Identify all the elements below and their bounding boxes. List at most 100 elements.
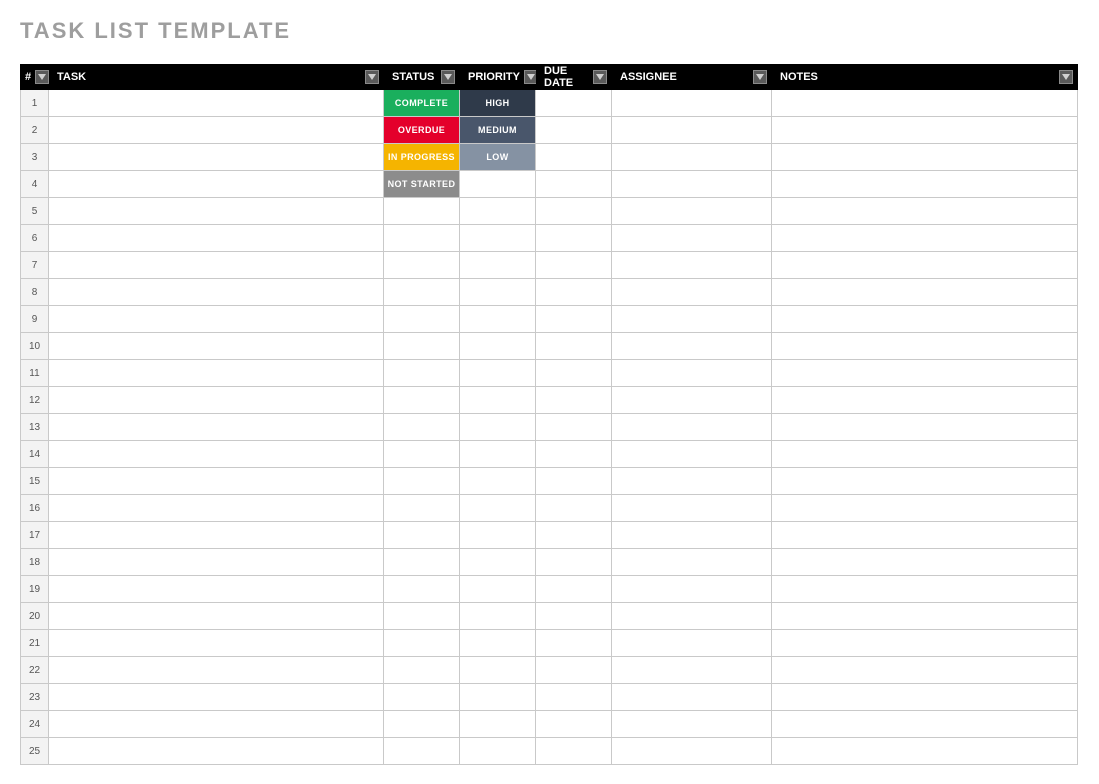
task-cell[interactable]	[49, 279, 384, 306]
priority-cell[interactable]	[460, 738, 536, 765]
due-date-cell[interactable]	[536, 252, 612, 279]
header-due-date[interactable]: DUE DATE	[536, 65, 612, 90]
notes-cell[interactable]	[772, 414, 1078, 441]
assignee-cell[interactable]	[612, 225, 772, 252]
due-date-cell[interactable]	[536, 171, 612, 198]
status-cell[interactable]	[384, 333, 460, 360]
status-cell[interactable]	[384, 198, 460, 225]
status-cell[interactable]: OVERDUE	[384, 117, 460, 144]
assignee-cell[interactable]	[612, 603, 772, 630]
priority-cell[interactable]	[460, 657, 536, 684]
assignee-cell[interactable]	[612, 684, 772, 711]
assignee-cell[interactable]	[612, 90, 772, 117]
priority-cell[interactable]	[460, 225, 536, 252]
task-cell[interactable]	[49, 441, 384, 468]
priority-cell[interactable]	[460, 306, 536, 333]
due-date-cell[interactable]	[536, 144, 612, 171]
assignee-cell[interactable]	[612, 333, 772, 360]
due-date-cell[interactable]	[536, 738, 612, 765]
priority-cell[interactable]	[460, 198, 536, 225]
due-date-cell[interactable]	[536, 522, 612, 549]
priority-cell[interactable]	[460, 414, 536, 441]
priority-cell[interactable]	[460, 576, 536, 603]
notes-cell[interactable]	[772, 198, 1078, 225]
status-cell[interactable]	[384, 414, 460, 441]
priority-cell[interactable]	[460, 252, 536, 279]
assignee-cell[interactable]	[612, 657, 772, 684]
notes-cell[interactable]	[772, 387, 1078, 414]
notes-cell[interactable]	[772, 279, 1078, 306]
filter-icon[interactable]	[35, 70, 49, 84]
task-cell[interactable]	[49, 90, 384, 117]
status-cell[interactable]	[384, 630, 460, 657]
task-cell[interactable]	[49, 387, 384, 414]
task-cell[interactable]	[49, 360, 384, 387]
priority-cell[interactable]	[460, 441, 536, 468]
status-cell[interactable]	[384, 684, 460, 711]
notes-cell[interactable]	[772, 711, 1078, 738]
status-cell[interactable]: COMPLETE	[384, 90, 460, 117]
due-date-cell[interactable]	[536, 711, 612, 738]
assignee-cell[interactable]	[612, 441, 772, 468]
priority-cell[interactable]	[460, 360, 536, 387]
task-cell[interactable]	[49, 549, 384, 576]
task-cell[interactable]	[49, 711, 384, 738]
task-cell[interactable]	[49, 576, 384, 603]
task-cell[interactable]	[49, 144, 384, 171]
due-date-cell[interactable]	[536, 414, 612, 441]
due-date-cell[interactable]	[536, 279, 612, 306]
priority-cell[interactable]	[460, 711, 536, 738]
due-date-cell[interactable]	[536, 630, 612, 657]
notes-cell[interactable]	[772, 603, 1078, 630]
header-task[interactable]: TASK	[49, 65, 384, 90]
header-number[interactable]: #	[21, 65, 49, 90]
task-cell[interactable]	[49, 414, 384, 441]
task-cell[interactable]	[49, 738, 384, 765]
assignee-cell[interactable]	[612, 522, 772, 549]
priority-cell[interactable]	[460, 495, 536, 522]
assignee-cell[interactable]	[612, 468, 772, 495]
due-date-cell[interactable]	[536, 387, 612, 414]
status-cell[interactable]	[384, 549, 460, 576]
task-cell[interactable]	[49, 171, 384, 198]
priority-cell[interactable]: HIGH	[460, 90, 536, 117]
assignee-cell[interactable]	[612, 360, 772, 387]
due-date-cell[interactable]	[536, 306, 612, 333]
filter-icon[interactable]	[753, 70, 767, 84]
status-cell[interactable]	[384, 441, 460, 468]
priority-cell[interactable]	[460, 549, 536, 576]
filter-icon[interactable]	[365, 70, 379, 84]
task-cell[interactable]	[49, 252, 384, 279]
priority-cell[interactable]	[460, 522, 536, 549]
notes-cell[interactable]	[772, 576, 1078, 603]
status-cell[interactable]	[384, 495, 460, 522]
task-cell[interactable]	[49, 198, 384, 225]
due-date-cell[interactable]	[536, 603, 612, 630]
task-cell[interactable]	[49, 630, 384, 657]
notes-cell[interactable]	[772, 684, 1078, 711]
notes-cell[interactable]	[772, 171, 1078, 198]
status-cell[interactable]: NOT STARTED	[384, 171, 460, 198]
status-cell[interactable]: IN PROGRESS	[384, 144, 460, 171]
filter-icon[interactable]	[441, 70, 455, 84]
priority-cell[interactable]	[460, 630, 536, 657]
assignee-cell[interactable]	[612, 117, 772, 144]
task-cell[interactable]	[49, 603, 384, 630]
priority-cell[interactable]	[460, 684, 536, 711]
status-cell[interactable]	[384, 576, 460, 603]
assignee-cell[interactable]	[612, 171, 772, 198]
due-date-cell[interactable]	[536, 198, 612, 225]
status-cell[interactable]	[384, 522, 460, 549]
assignee-cell[interactable]	[612, 630, 772, 657]
task-cell[interactable]	[49, 684, 384, 711]
status-cell[interactable]	[384, 279, 460, 306]
due-date-cell[interactable]	[536, 360, 612, 387]
notes-cell[interactable]	[772, 495, 1078, 522]
notes-cell[interactable]	[772, 90, 1078, 117]
header-notes[interactable]: NOTES	[772, 65, 1078, 90]
priority-cell[interactable]	[460, 468, 536, 495]
header-status[interactable]: STATUS	[384, 65, 460, 90]
priority-cell[interactable]: LOW	[460, 144, 536, 171]
notes-cell[interactable]	[772, 738, 1078, 765]
due-date-cell[interactable]	[536, 441, 612, 468]
